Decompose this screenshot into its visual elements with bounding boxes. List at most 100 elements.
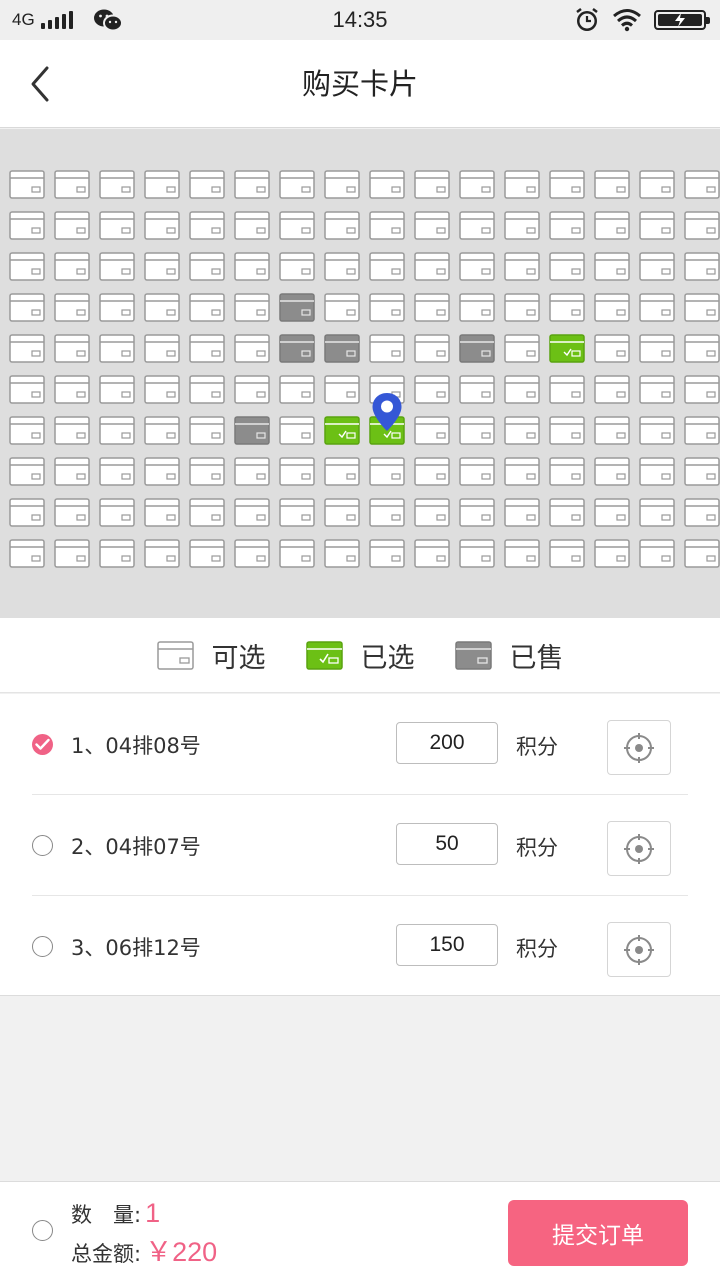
seat-available[interactable] (234, 252, 270, 281)
seat-available[interactable] (684, 457, 720, 486)
seat-available[interactable] (639, 416, 675, 445)
seat-available[interactable] (684, 498, 720, 527)
seat-available[interactable] (9, 375, 45, 404)
seat-available[interactable] (9, 170, 45, 199)
seat-available[interactable] (504, 170, 540, 199)
seat-available[interactable] (99, 375, 135, 404)
seat-available[interactable] (594, 252, 630, 281)
seat-available[interactable] (189, 416, 225, 445)
seat-available[interactable] (594, 334, 630, 363)
seat-available[interactable] (189, 211, 225, 240)
seat-available[interactable] (549, 211, 585, 240)
seat-selected[interactable] (549, 334, 585, 363)
seat-available[interactable] (684, 293, 720, 322)
seat-available[interactable] (54, 539, 90, 568)
seat-available[interactable] (144, 334, 180, 363)
seat-available[interactable] (684, 252, 720, 281)
seat-map[interactable] (0, 129, 720, 618)
seat-available[interactable] (639, 211, 675, 240)
item-radio[interactable] (32, 835, 53, 856)
seat-available[interactable] (324, 252, 360, 281)
seat-available[interactable] (324, 211, 360, 240)
seat-available[interactable] (639, 375, 675, 404)
seat-available[interactable] (414, 170, 450, 199)
seat-available[interactable] (549, 252, 585, 281)
seat-available[interactable] (594, 416, 630, 445)
seat-available[interactable] (549, 170, 585, 199)
seat-available[interactable] (549, 375, 585, 404)
seat-available[interactable] (504, 211, 540, 240)
seat-available[interactable] (459, 457, 495, 486)
seat-available[interactable] (279, 252, 315, 281)
seat-available[interactable] (279, 539, 315, 568)
seat-available[interactable] (459, 498, 495, 527)
seat-available[interactable] (9, 252, 45, 281)
seat-available[interactable] (54, 334, 90, 363)
seat-available[interactable] (549, 498, 585, 527)
seat-available[interactable] (684, 170, 720, 199)
locate-button[interactable] (607, 821, 671, 876)
seat-available[interactable] (99, 211, 135, 240)
seat-available[interactable] (189, 293, 225, 322)
seat-available[interactable] (144, 211, 180, 240)
seat-available[interactable] (99, 539, 135, 568)
seat-available[interactable] (144, 539, 180, 568)
seat-available[interactable] (369, 211, 405, 240)
seat-available[interactable] (459, 211, 495, 240)
seat-available[interactable] (414, 457, 450, 486)
seat-available[interactable] (639, 334, 675, 363)
seat-available[interactable] (54, 375, 90, 404)
seat-available[interactable] (144, 457, 180, 486)
seat-selected[interactable] (324, 416, 360, 445)
item-radio[interactable] (32, 734, 53, 755)
seat-available[interactable] (639, 293, 675, 322)
seat-available[interactable] (9, 334, 45, 363)
submit-order-button[interactable]: 提交订单 (508, 1200, 688, 1266)
points-input[interactable] (396, 924, 498, 966)
seat-available[interactable] (684, 416, 720, 445)
seat-available[interactable] (279, 375, 315, 404)
seat-available[interactable] (459, 293, 495, 322)
seat-available[interactable] (9, 457, 45, 486)
seat-available[interactable] (639, 457, 675, 486)
seat-available[interactable] (54, 293, 90, 322)
seat-available[interactable] (414, 416, 450, 445)
seat-available[interactable] (459, 375, 495, 404)
seat-available[interactable] (414, 539, 450, 568)
seat-available[interactable] (54, 498, 90, 527)
seat-available[interactable] (594, 539, 630, 568)
seat-available[interactable] (594, 375, 630, 404)
seat-available[interactable] (189, 539, 225, 568)
seat-available[interactable] (234, 457, 270, 486)
seat-available[interactable] (54, 416, 90, 445)
seat-available[interactable] (414, 375, 450, 404)
seat-available[interactable] (189, 334, 225, 363)
seat-available[interactable] (234, 334, 270, 363)
seat-available[interactable] (189, 498, 225, 527)
points-input[interactable] (396, 722, 498, 764)
seat-available[interactable] (504, 498, 540, 527)
seat-available[interactable] (9, 416, 45, 445)
seat-available[interactable] (504, 375, 540, 404)
locate-button[interactable] (607, 922, 671, 977)
seat-available[interactable] (369, 170, 405, 199)
seat-available[interactable] (504, 252, 540, 281)
seat-available[interactable] (594, 211, 630, 240)
seat-available[interactable] (369, 539, 405, 568)
seat-available[interactable] (54, 457, 90, 486)
seat-available[interactable] (279, 416, 315, 445)
seat-available[interactable] (279, 170, 315, 199)
seat-available[interactable] (9, 498, 45, 527)
seat-available[interactable] (144, 375, 180, 404)
seat-available[interactable] (234, 170, 270, 199)
seat-available[interactable] (684, 539, 720, 568)
seat-available[interactable] (504, 539, 540, 568)
seat-available[interactable] (279, 211, 315, 240)
seat-available[interactable] (369, 498, 405, 527)
seat-available[interactable] (369, 293, 405, 322)
seat-available[interactable] (324, 375, 360, 404)
seat-available[interactable] (504, 416, 540, 445)
seat-available[interactable] (99, 334, 135, 363)
seat-available[interactable] (369, 334, 405, 363)
seat-available[interactable] (189, 252, 225, 281)
